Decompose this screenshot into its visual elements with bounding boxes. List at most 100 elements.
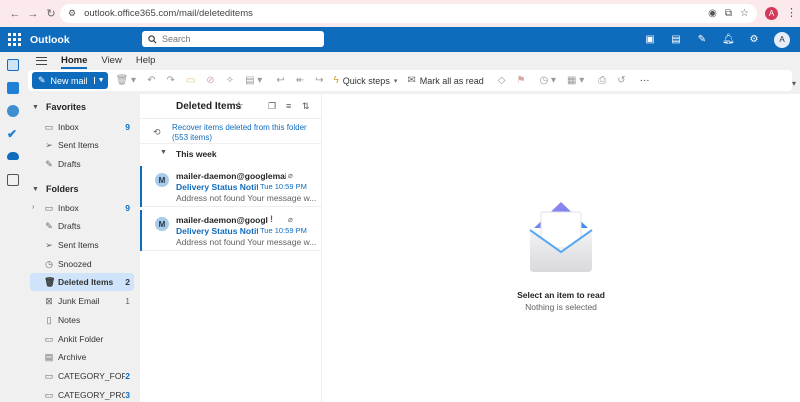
new-mail-button[interactable]: ✎ New mail ▼ <box>32 72 108 89</box>
folder-pane: ▼ Favorites ▭ Inbox 9 ➢ Sent Items ✎ Dra… <box>26 91 138 402</box>
folders-header[interactable]: ▼ Folders <box>30 184 79 194</box>
calendar-icon[interactable] <box>7 82 19 94</box>
folder-junk-email[interactable]: ⊠ Junk Email 1 <box>30 292 134 310</box>
folder-category-pro[interactable]: ▭ CATEGORY_PRO... 3 <box>30 386 134 402</box>
folder-ankit[interactable]: ▭ Ankit Folder <box>30 330 134 348</box>
folder-notes[interactable]: ▯ Notes <box>30 311 134 329</box>
apps-icon[interactable] <box>7 174 19 186</box>
group-header[interactable]: ▼ This week <box>140 149 321 163</box>
rules-icon[interactable]: ▦ ▾ <box>567 75 584 86</box>
install-icon[interactable]: ⧉ <box>725 8 732 19</box>
folder-icon: ▭ <box>44 389 54 400</box>
tab-home[interactable]: Home <box>61 55 88 69</box>
move-icon[interactable]: ▤ ▾ <box>245 75 262 86</box>
important-icon: ! <box>270 214 273 224</box>
avatar[interactable]: A <box>774 31 790 48</box>
site-settings-icon[interactable]: ⚙ <box>68 8 76 19</box>
notes-icon[interactable]: ▤ <box>670 34 682 45</box>
redo-icon[interactable]: ↷ <box>166 75 174 86</box>
quick-steps-button[interactable]: ϟ Quick steps ▾ <box>334 75 398 86</box>
quick-steps-label: Quick steps <box>342 75 390 86</box>
pencil-icon: ✎ <box>45 220 53 231</box>
todo-icon[interactable]: ✔ <box>7 128 19 140</box>
delete-icon[interactable]: 🗑︎ ▾ <box>116 75 137 86</box>
favorite-inbox[interactable]: ▭ Inbox 9 <box>30 118 134 136</box>
search-box[interactable] <box>142 31 324 47</box>
video-icon[interactable]: ▣ <box>644 34 656 45</box>
favorites-header[interactable]: ▼ Favorites <box>30 102 86 112</box>
tag-icon[interactable]: ◇ <box>498 75 506 86</box>
onedrive-icon[interactable] <box>7 152 19 160</box>
new-mail-label: New mail <box>50 75 88 86</box>
list-item[interactable]: M mailer-daemon@google... ! ⌀ Delivery S… <box>140 210 321 251</box>
edit-icon[interactable]: ✎ <box>696 34 708 45</box>
folder-deleted-items[interactable]: 🗑︎ Deleted Items 2 <box>30 273 134 291</box>
select-icon[interactable]: ❐ <box>268 101 276 112</box>
sweep-icon[interactable]: ✧ <box>226 75 234 86</box>
ribbon-tabs: Home View Help <box>26 52 800 69</box>
report-icon[interactable]: ⊘ <box>206 75 214 86</box>
snooze-icon[interactable]: ◷ ▾ <box>539 75 556 86</box>
browser-profile-avatar[interactable]: A <box>765 7 778 20</box>
browser-menu-icon[interactable]: ⋮ <box>786 6 797 19</box>
favorites-label: Favorites <box>46 102 87 112</box>
reply-icon[interactable]: ↩ <box>276 75 284 86</box>
mark-all-read-label: Mark all as read <box>419 75 484 86</box>
chevron-down-icon[interactable]: ▾ <box>792 79 796 88</box>
mail-icon[interactable] <box>7 59 19 71</box>
star-icon[interactable]: ☆ <box>234 99 244 112</box>
attachment-icon: ⌀ <box>288 171 293 180</box>
star-icon[interactable]: ☆ <box>740 8 749 19</box>
envelope-open-icon: ✉ <box>407 75 416 86</box>
mark-all-read-button[interactable]: ✉ Mark all as read <box>407 75 483 86</box>
message-subject: Delivery Status Notifi... <box>176 226 258 236</box>
message-list: Deleted Items ☆ ❐ ≡ ⇅ ⟲ Recover items de… <box>140 94 321 402</box>
tab-help[interactable]: Help <box>136 55 156 66</box>
send-icon: ➢ <box>45 139 53 150</box>
undo-icon[interactable]: ↶ <box>147 75 155 86</box>
eye-icon[interactable]: ◉ <box>708 8 717 19</box>
message-time: Tue 10:59 PM <box>260 182 307 191</box>
print-icon[interactable]: ⎙ <box>598 75 606 86</box>
reload-icon[interactable]: ↻ <box>44 7 58 21</box>
forward-mail-icon[interactable]: ↪ <box>315 75 323 86</box>
app-launcher-icon[interactable] <box>8 32 22 47</box>
gear-icon[interactable]: ⚙ <box>748 34 760 45</box>
undo-action-icon[interactable]: ↺ <box>617 75 625 86</box>
flag-icon[interactable]: ⚑ <box>516 75 525 86</box>
list-item[interactable]: M mailer-daemon@googlemail.... ⌀ Deliver… <box>140 166 321 207</box>
archive-icon[interactable]: ▭ <box>186 75 195 86</box>
url-text: outlook.office365.com/mail/deleteditems <box>84 8 253 19</box>
people-icon[interactable] <box>7 105 19 117</box>
favorite-drafts[interactable]: ✎ Drafts <box>30 155 134 173</box>
inbox-icon: ▭ <box>44 121 54 132</box>
attachment-icon: ⌀ <box>288 215 293 224</box>
filter-icon[interactable]: ≡ <box>286 101 291 111</box>
list-header: Deleted Items ☆ ❐ ≡ ⇅ <box>140 94 321 118</box>
favorite-sent-items[interactable]: ➢ Sent Items <box>30 136 134 154</box>
folder-drafts[interactable]: ✎ Drafts <box>30 217 134 235</box>
message-preview: Address not found Your message w... <box>176 193 316 203</box>
chevron-down-icon[interactable]: ▼ <box>93 77 108 84</box>
folder-snoozed[interactable]: ◷ Snoozed <box>30 255 134 273</box>
folder-sent-items[interactable]: ➢ Sent Items <box>30 236 134 254</box>
bell-icon[interactable]: 🔔︎ <box>722 34 735 45</box>
app-title: Outlook <box>30 33 70 46</box>
search-icon <box>148 34 157 43</box>
search-input[interactable] <box>162 34 312 44</box>
recover-items-link[interactable]: ⟲ Recover items deleted from this folder… <box>140 118 321 144</box>
chevron-down-icon: ▼ <box>32 103 39 111</box>
folder-category-for[interactable]: ▭ CATEGORY_FOR... 2 <box>30 367 134 385</box>
folder-inbox[interactable]: ▭ Inbox 9 <box>30 199 134 217</box>
folder-archive[interactable]: ▤ Archive <box>30 348 134 366</box>
tab-view[interactable]: View <box>101 55 121 66</box>
address-bar[interactable]: ⚙ outlook.office365.com/mail/deleteditem… <box>60 4 757 23</box>
back-icon[interactable]: ← <box>8 7 22 21</box>
forward-icon[interactable]: → <box>26 7 40 21</box>
reply-all-icon[interactable]: ↞ <box>296 75 304 86</box>
more-icon[interactable]: ··· <box>640 75 650 86</box>
hamburger-icon[interactable] <box>36 56 47 65</box>
sort-icon[interactable]: ⇅ <box>302 101 310 112</box>
inbox-icon: ▭ <box>44 202 54 213</box>
send-icon: ➢ <box>45 239 53 250</box>
